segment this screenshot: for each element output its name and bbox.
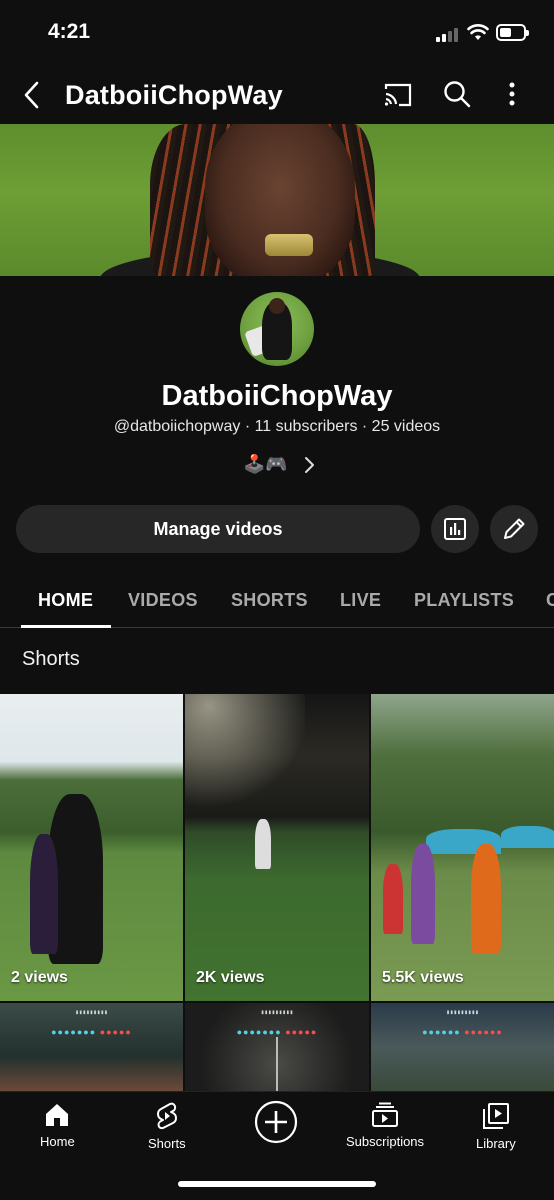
nav-home[interactable]: Home — [40, 1102, 75, 1149]
short-thumbnail[interactable]: 5.5K views — [371, 694, 554, 1001]
tab-playlists[interactable]: PLAYLISTS — [414, 590, 514, 611]
create-plus-icon — [254, 1100, 298, 1144]
cast-icon[interactable] — [383, 82, 413, 108]
more-vert-icon[interactable] — [507, 81, 517, 107]
short-thumbnail[interactable]: ▮▮▮▮▮▮▮▮▮ ●●●●●●● ●●●●● — [0, 1003, 183, 1091]
game-hud: ●●●●●●● ●●●●● — [51, 1027, 132, 1037]
battery-icon — [496, 24, 529, 41]
manage-videos-button[interactable]: Manage videos — [16, 505, 420, 553]
game-hud: ●●●●●● ●●●●●● — [422, 1027, 503, 1037]
tab-shorts[interactable]: SHORTS — [231, 590, 308, 611]
nav-create[interactable] — [254, 1100, 298, 1144]
analytics-icon — [444, 518, 466, 540]
game-hud: ●●●●●●● ●●●●● — [236, 1027, 318, 1037]
home-indicator — [178, 1181, 376, 1187]
wifi-icon — [467, 24, 489, 40]
short-thumbnail[interactable]: 2 views — [0, 694, 183, 1001]
tab-home[interactable]: HOME — [38, 590, 93, 611]
short-thumbnail[interactable]: ▮▮▮▮▮▮▮▮▮ ●●●●●● ●●●●●● — [371, 1003, 554, 1091]
short-thumbnail[interactable]: ▮▮▮▮▮▮▮▮▮ ●●●●●●● ●●●●● — [185, 1003, 369, 1091]
short-views: 2K views — [196, 969, 265, 986]
chevron-right-icon[interactable] — [302, 455, 316, 475]
pencil-icon — [504, 518, 525, 539]
library-icon — [482, 1103, 509, 1129]
channel-description[interactable]: 🕹️🎮 — [243, 454, 288, 475]
tab-live[interactable]: LIVE — [340, 590, 381, 611]
tab-community[interactable]: C — [546, 590, 554, 611]
short-views: 2 views — [11, 969, 68, 986]
channel-tabs: HOME VIDEOS SHORTS LIVE PLAYLISTS C — [0, 580, 554, 628]
short-thumbnail[interactable]: 2K views — [185, 694, 369, 1001]
active-tab-indicator — [21, 625, 111, 628]
page-title: DatboiiChopWay — [65, 80, 283, 110]
short-views: 5.5K views — [382, 969, 464, 986]
game-hud: ▮▮▮▮▮▮▮▮▮ — [260, 1009, 294, 1016]
channel-banner — [0, 124, 554, 276]
nav-subscriptions[interactable]: Subscriptions — [346, 1102, 424, 1149]
channel-name: DatboiiChopWay — [161, 380, 393, 412]
nav-shorts[interactable]: Shorts — [148, 1102, 186, 1151]
edit-button[interactable] — [490, 505, 538, 553]
section-title: Shorts — [22, 648, 80, 670]
subscriptions-icon — [372, 1102, 399, 1127]
tab-videos[interactable]: VIDEOS — [128, 590, 198, 611]
cellular-signal-icon — [436, 26, 458, 42]
game-hud: ▮▮▮▮▮▮▮▮▮ — [75, 1009, 108, 1016]
channel-meta: @datboiichopway · 11 subscribers · 25 vi… — [113, 418, 441, 435]
chevron-left-icon[interactable] — [22, 80, 42, 110]
status-time: 4:21 — [48, 20, 91, 43]
shorts-icon — [156, 1102, 177, 1130]
home-icon — [46, 1104, 69, 1126]
avatar[interactable] — [240, 292, 314, 366]
game-hud: ▮▮▮▮▮▮▮▮▮ — [446, 1009, 479, 1016]
nav-library[interactable]: Library — [476, 1102, 516, 1151]
analytics-button[interactable] — [431, 505, 479, 553]
search-icon[interactable] — [443, 80, 471, 108]
